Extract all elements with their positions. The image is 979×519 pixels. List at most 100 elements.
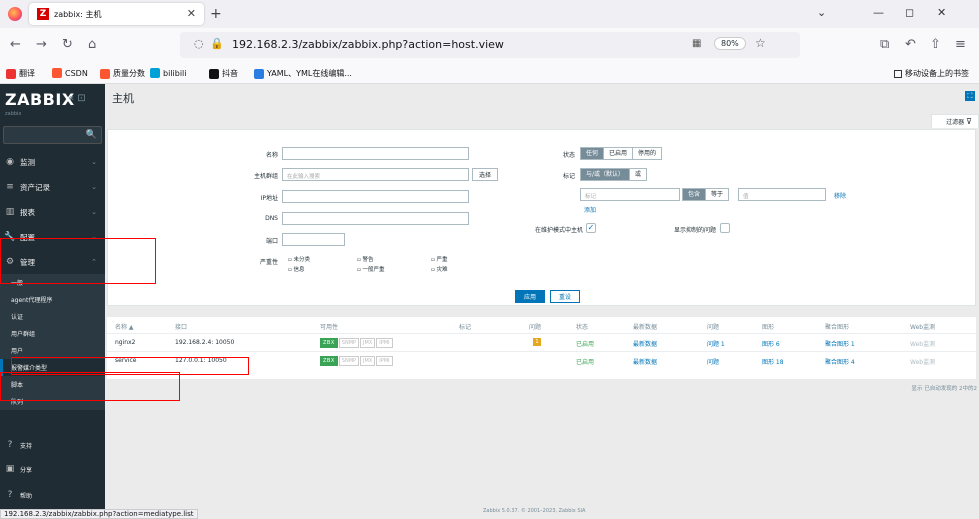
- maintenance-checkbox[interactable]: ✓: [586, 223, 596, 233]
- firefox-icon[interactable]: [8, 7, 22, 21]
- severity-average[interactable]: ▫ 一般严重: [357, 265, 385, 273]
- sidebar-item-reports[interactable]: ▥ 报表 ⌄: [0, 201, 105, 223]
- checkbox[interactable]: ▫: [357, 267, 361, 273]
- reset-button[interactable]: 重设: [550, 290, 580, 303]
- forward-icon[interactable]: →: [36, 37, 47, 52]
- sidebar-item-monitoring[interactable]: ◉ 监测 ⌄: [0, 151, 105, 173]
- tab-list-icon[interactable]: ⌄: [817, 6, 826, 19]
- tag-name-input[interactable]: 标记: [580, 188, 680, 201]
- screens-link[interactable]: 聚合图形 4: [825, 357, 855, 366]
- severity-information[interactable]: ▫ 信息: [288, 265, 305, 273]
- col-status[interactable]: 状态: [576, 322, 588, 331]
- window-close-icon[interactable]: ✕: [937, 6, 946, 19]
- checkbox[interactable]: ▫: [431, 267, 435, 273]
- select-button[interactable]: 选择: [472, 168, 498, 181]
- kiosk-mode-icon[interactable]: ⛶: [965, 91, 975, 101]
- remove-tag-link[interactable]: 移除: [834, 191, 846, 200]
- browser-tab[interactable]: Z zabbix: 主机 ✕: [29, 3, 204, 25]
- url-bar[interactable]: ◌ 🔒 192.168.2.3/zabbix/zabbix.php?action…: [180, 32, 800, 58]
- graphs-link[interactable]: 图形 6: [762, 339, 780, 348]
- menu-icon[interactable]: ≡: [955, 37, 966, 52]
- checkbox[interactable]: ▫: [288, 257, 292, 263]
- new-tab-icon[interactable]: +: [210, 6, 222, 22]
- web-link[interactable]: Web监测: [910, 339, 935, 348]
- submenu-user-groups[interactable]: 用户群组: [0, 325, 105, 342]
- status-disabled[interactable]: 停用的: [633, 148, 662, 159]
- col-name[interactable]: 名称 ▲: [115, 322, 134, 331]
- bookmark-yaml[interactable]: YAML、YML在线编辑...: [254, 68, 352, 79]
- tag-op-contains[interactable]: 包含: [683, 189, 707, 200]
- checkbox[interactable]: ▫: [288, 267, 292, 273]
- host-interface: 192.168.2.4: 10050: [175, 339, 235, 346]
- checkbox[interactable]: ▫: [431, 257, 435, 263]
- collapse-sidebar-icon[interactable]: « ⊡: [68, 93, 86, 104]
- sidebar-search-input[interactable]: 🔍: [3, 126, 102, 144]
- dns-label: DNS: [265, 215, 278, 222]
- share-icon[interactable]: ⇧: [930, 37, 941, 52]
- submenu-authentication[interactable]: 认证: [0, 308, 105, 325]
- tags-or[interactable]: 或: [630, 169, 647, 180]
- qr-icon[interactable]: ▦: [692, 38, 701, 49]
- web-link[interactable]: Web监测: [910, 357, 935, 366]
- tag-op-equals[interactable]: 等于: [706, 189, 729, 200]
- bookmark-csdn[interactable]: CSDN: [52, 68, 88, 78]
- list-icon: ≡: [6, 182, 14, 192]
- checkbox[interactable]: ▫: [357, 257, 361, 263]
- extensions-icon[interactable]: ⧉: [880, 37, 889, 52]
- submenu-proxies[interactable]: agent代理程序: [0, 291, 105, 308]
- bookmark-quality[interactable]: 质量分数: [100, 68, 145, 79]
- tags-and-or[interactable]: 与/或（默认）: [581, 169, 631, 180]
- tag-value-input[interactable]: 值: [738, 188, 826, 201]
- severity-warning[interactable]: ▫ 警告: [357, 255, 374, 263]
- maintenance-label: 在维护模式中主机: [534, 227, 583, 234]
- add-tag-link[interactable]: 添加: [584, 205, 596, 214]
- chevron-down-icon: ⌄: [91, 158, 97, 166]
- status-enabled[interactable]: 已启用: [604, 148, 634, 159]
- mobile-bookmarks[interactable]: 移动设备上的书签: [894, 68, 969, 79]
- severity-not-classified[interactable]: ▫ 未分类: [288, 255, 310, 263]
- apply-button[interactable]: 应用: [515, 290, 545, 303]
- port-input[interactable]: [282, 233, 345, 246]
- filter-tab[interactable]: 过滤器 ⊽: [931, 114, 979, 128]
- sidebar-item-share[interactable]: ▣ 分享: [0, 458, 105, 480]
- status-any[interactable]: 任何: [581, 148, 605, 159]
- tags-label: 标记: [562, 173, 575, 180]
- bookmark-douyin[interactable]: 抖音: [209, 68, 238, 79]
- reload-icon[interactable]: ↻: [62, 37, 73, 52]
- star-icon[interactable]: ☆: [755, 36, 766, 50]
- problems-link[interactable]: 问题 1: [707, 339, 725, 348]
- maximize-icon[interactable]: ◻: [905, 6, 914, 19]
- back-icon[interactable]: ←: [10, 37, 21, 52]
- search-icon[interactable]: 🔍: [86, 130, 97, 140]
- graphs-link[interactable]: 图形 18: [762, 357, 784, 366]
- history-back-icon[interactable]: ↶: [905, 37, 916, 52]
- table-row: nginx2 192.168.2.4: 10050 ZBX SNMP JMX IPMI…: [107, 333, 976, 350]
- problem-badge[interactable]: 1: [533, 338, 541, 346]
- minimize-icon[interactable]: —: [873, 6, 884, 19]
- latest-data-link[interactable]: 最新数据: [633, 357, 657, 366]
- bookmark-translate[interactable]: 翻译: [6, 68, 35, 79]
- dns-input[interactable]: [282, 212, 469, 225]
- screens-link[interactable]: 聚合图形 1: [825, 339, 855, 348]
- host-name[interactable]: nginx2: [115, 339, 135, 346]
- sidebar-item-support[interactable]: ? 支持: [0, 434, 105, 456]
- suppressed-checkbox[interactable]: [720, 223, 730, 233]
- zoom-level[interactable]: 80%: [714, 37, 746, 50]
- sidebar-item-help[interactable]: ? 帮助: [0, 484, 105, 506]
- latest-data-link[interactable]: 最新数据: [633, 339, 657, 348]
- zabbix-logo[interactable]: ZABBIX: [5, 90, 75, 109]
- ip-input[interactable]: [282, 190, 469, 203]
- sidebar-item-inventory[interactable]: ≡ 资产记录 ⌄: [0, 176, 105, 198]
- severity-disaster[interactable]: ▫ 灾难: [431, 265, 448, 273]
- name-input[interactable]: [282, 147, 469, 160]
- highlight-box-administration: [0, 238, 156, 284]
- host-status[interactable]: 已启用: [576, 339, 594, 348]
- bookmark-bilibili[interactable]: bilibili: [150, 68, 187, 78]
- severity-high[interactable]: ▫ 严重: [431, 255, 448, 263]
- home-icon[interactable]: ⌂: [88, 37, 96, 52]
- problems-link[interactable]: 问题: [707, 357, 719, 366]
- eye-icon: ◉: [6, 157, 14, 167]
- close-tab-icon[interactable]: ✕: [187, 7, 196, 20]
- host-status[interactable]: 已启用: [576, 357, 594, 366]
- hostgroup-input[interactable]: 在此输入搜索: [282, 168, 469, 181]
